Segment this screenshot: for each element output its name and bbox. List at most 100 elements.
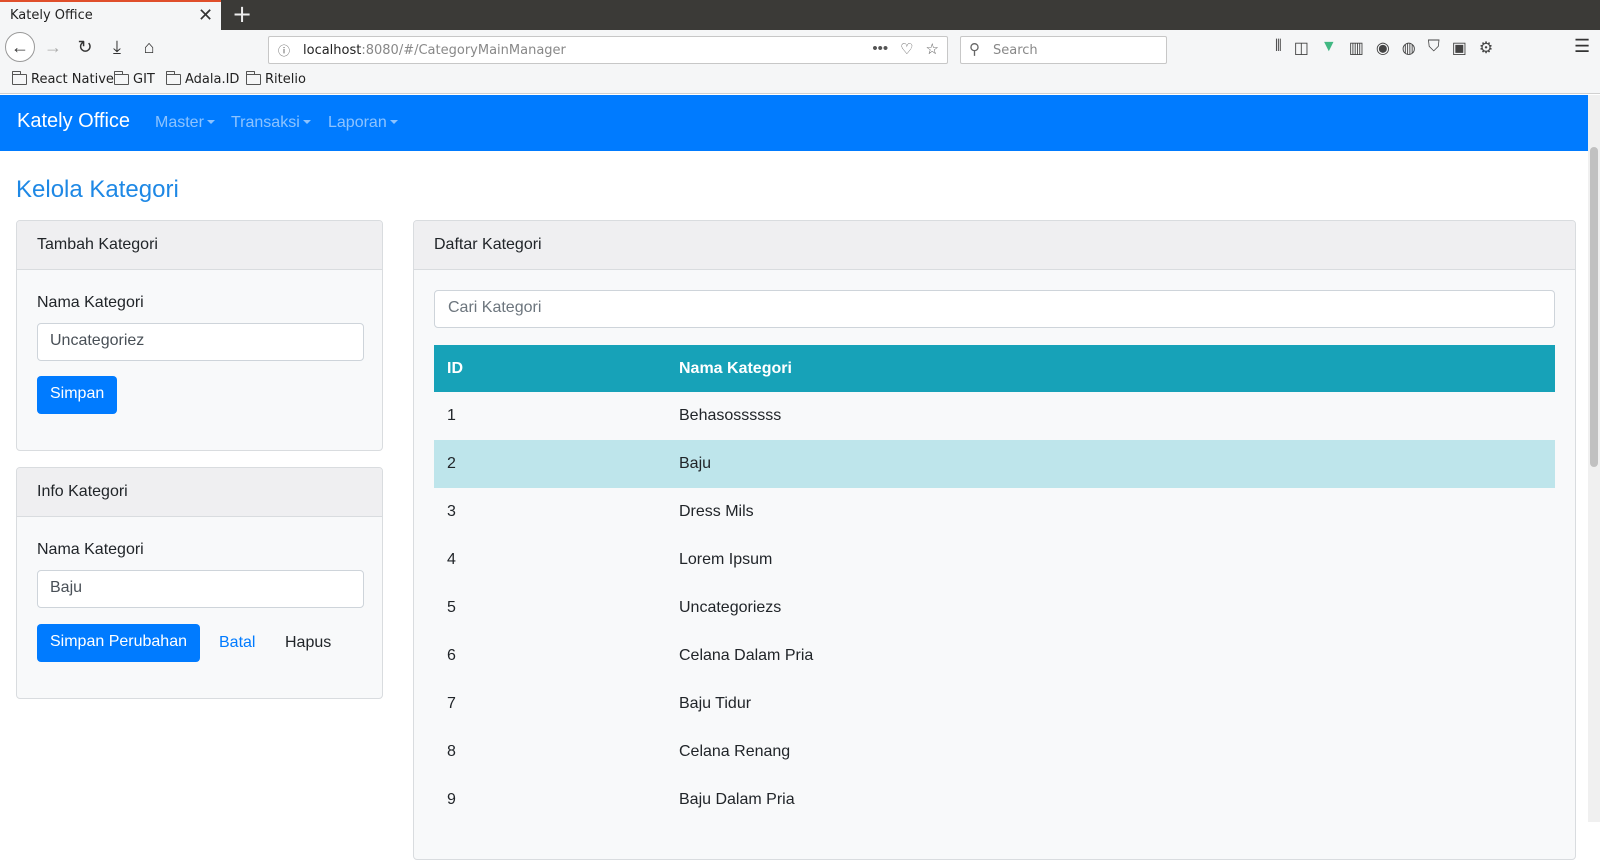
brand-link[interactable]: Kately Office <box>17 110 130 133</box>
caret-down-icon <box>389 120 398 124</box>
bookmarks-bar: React Native GIT Adala.ID Ritelio <box>0 66 1600 94</box>
bookmark-label: Adala.ID <box>185 72 240 87</box>
add-category-card: Tambah Kategori Nama Kategori Uncategori… <box>16 220 383 451</box>
back-icon[interactable]: ← <box>5 32 35 62</box>
bookmark-star-icon[interactable]: ☆ <box>926 40 939 58</box>
download-icon[interactable]: ⤓ <box>102 32 132 62</box>
cell-name: Lorem Ipsum <box>679 551 773 568</box>
delete-button[interactable]: Hapus <box>285 634 331 652</box>
cell-id: 6 <box>447 647 456 664</box>
table-row[interactable]: 5 Uncategoriezs <box>434 584 1555 632</box>
column-header-name[interactable]: Nama Kategori <box>679 360 792 378</box>
search-icon: ⚲ <box>969 41 980 58</box>
settings-gear-icon[interactable]: ⚙ <box>1479 38 1493 58</box>
scrollbar-thumb[interactable] <box>1590 147 1598 467</box>
card-header: Info Kategori <box>17 468 382 517</box>
table-row[interactable]: 3 Dress Mils <box>434 488 1555 536</box>
page-scrollbar[interactable] <box>1588 95 1600 822</box>
field-label: Nama Kategori <box>37 541 144 558</box>
reload-icon[interactable]: ↻ <box>70 32 100 62</box>
category-search-input[interactable]: Cari Kategori <box>434 290 1555 328</box>
caret-down-icon <box>206 120 215 124</box>
cell-name: Uncategoriezs <box>679 599 782 616</box>
shield-icon[interactable]: ⛉ <box>1428 38 1440 58</box>
sidebar-icon[interactable]: ◫ <box>1294 38 1309 58</box>
extension-grid-icon[interactable]: ▥ <box>1349 38 1364 58</box>
table-row[interactable]: 6 Celana Dalam Pria <box>434 632 1555 680</box>
page-title: Kelola Kategori <box>16 176 179 203</box>
cell-name: Baju Dalam Pria <box>679 791 795 808</box>
app-navbar: Kately Office Master Transaksi Laporan <box>0 95 1588 151</box>
folder-icon <box>113 71 129 85</box>
menu-label: Master <box>155 114 204 131</box>
tab-title: Kately Office <box>10 8 93 23</box>
cell-id: 5 <box>447 599 456 616</box>
cell-id: 2 <box>447 455 456 472</box>
bookmark-label: GIT <box>133 72 155 87</box>
field-label: Nama Kategori <box>37 294 144 311</box>
table-row[interactable]: 2 Baju <box>434 440 1555 488</box>
card-header: Tambah Kategori <box>17 221 382 270</box>
category-name-edit-input[interactable]: Baju <box>37 570 364 608</box>
bookmark-git[interactable]: GIT <box>113 71 155 87</box>
bookmark-adala-id[interactable]: Adala.ID <box>165 71 240 87</box>
cell-name: Celana Dalam Pria <box>679 647 814 664</box>
cell-name: Celana Renang <box>679 743 791 760</box>
bookmark-ritelio[interactable]: Ritelio <box>245 71 306 87</box>
forward-icon[interactable]: → <box>38 32 68 62</box>
info-category-card: Info Kategori Nama Kategori Baju Simpan … <box>16 467 383 699</box>
cell-name: Behasossssss <box>679 407 782 424</box>
bookmark-label: React Native <box>31 72 114 87</box>
url-host: localhost <box>303 43 362 58</box>
category-name-input[interactable]: Uncategoriez <box>37 323 364 361</box>
folder-icon <box>11 71 27 85</box>
category-table: ID Nama Kategori 1 Behasossssss 2 Baju 3 Dres… <box>434 345 1555 824</box>
cell-name: Dress Mils <box>679 503 754 520</box>
column-header-id[interactable]: ID <box>447 360 463 378</box>
bookmark-react-native[interactable]: React Native <box>11 71 114 87</box>
pocket-icon[interactable]: ♡ <box>900 40 913 58</box>
url-bar[interactable]: ⓘ localhost:8080/#/CategoryMainManager •… <box>268 36 948 64</box>
save-changes-button[interactable]: Simpan Perubahan <box>37 624 200 662</box>
cell-name: Baju <box>679 455 712 472</box>
library-icon[interactable]: ⫴ <box>1275 38 1282 58</box>
table-row[interactable]: 1 Behasossssss <box>434 392 1555 440</box>
save-button[interactable]: Simpan <box>37 376 118 414</box>
cell-id: 8 <box>447 743 456 760</box>
hamburger-menu-icon[interactable]: ☰ <box>1574 36 1590 57</box>
vue-devtools-icon[interactable]: ▼ <box>1321 38 1337 58</box>
cell-id: 9 <box>447 791 456 808</box>
browser-tab-bar: Kately Office ✕ + <box>0 0 1600 30</box>
table-row[interactable]: 7 Baju Tidur <box>434 680 1555 728</box>
tab-close-icon[interactable]: ✕ <box>198 5 213 26</box>
menu-label: Transaksi <box>231 114 300 131</box>
screenshot-icon[interactable]: ▣ <box>1452 38 1467 58</box>
cell-id: 4 <box>447 551 456 568</box>
table-header: ID Nama Kategori <box>434 345 1555 392</box>
site-info-icon[interactable]: ⓘ <box>278 42 290 59</box>
table-row[interactable]: 4 Lorem Ipsum <box>434 536 1555 584</box>
menu-master[interactable]: Master <box>155 114 215 132</box>
menu-laporan[interactable]: Laporan <box>328 114 398 132</box>
search-placeholder: Search <box>993 43 1038 58</box>
browser-search-bar[interactable]: ⚲ Search <box>960 36 1167 64</box>
caret-down-icon <box>302 120 311 124</box>
page-actions-icon[interactable]: ••• <box>872 40 888 58</box>
cancel-button[interactable]: Batal <box>219 634 255 652</box>
bookmark-label: Ritelio <box>265 72 306 87</box>
home-icon[interactable]: ⌂ <box>134 32 164 62</box>
browser-toolbar: ← → ↻ ⤓ ⌂ ⓘ localhost:8080/#/CategoryMai… <box>0 30 1600 66</box>
globe-icon[interactable]: ◍ <box>1402 38 1416 58</box>
card-header: Daftar Kategori <box>414 221 1575 270</box>
browser-tab[interactable]: Kately Office ✕ <box>0 0 221 30</box>
cell-id: 3 <box>447 503 456 520</box>
cell-id: 1 <box>447 407 456 424</box>
menu-transaksi[interactable]: Transaksi <box>231 114 311 132</box>
table-row[interactable]: 9 Baju Dalam Pria <box>434 776 1555 824</box>
account-icon[interactable]: ◉ <box>1376 38 1390 58</box>
table-row[interactable]: 8 Celana Renang <box>434 728 1555 776</box>
url-path: :8080/#/CategoryMainManager <box>361 43 566 58</box>
new-tab-icon[interactable]: + <box>232 0 252 28</box>
url-text: localhost:8080/#/CategoryMainManager <box>303 43 566 58</box>
menu-label: Laporan <box>328 114 387 131</box>
